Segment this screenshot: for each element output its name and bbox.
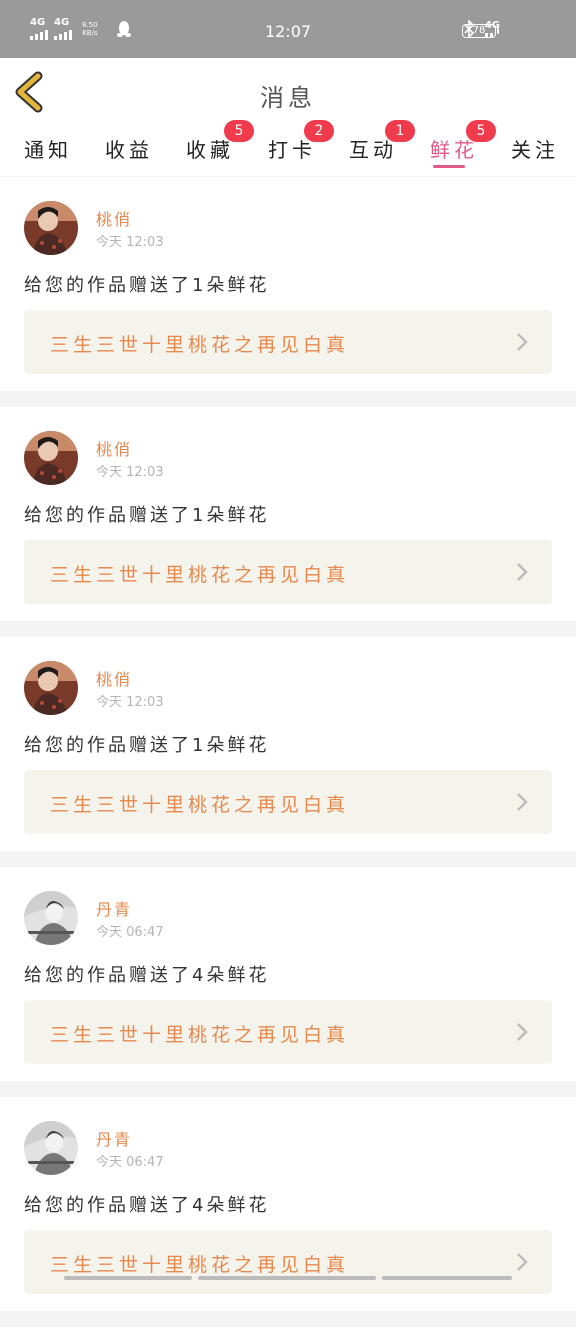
chevron-right-icon: [517, 333, 528, 351]
sender-name[interactable]: 桃俏: [96, 666, 132, 690]
nav-bar: 消息: [0, 58, 576, 127]
tab-favorites[interactable]: 收藏 5: [186, 120, 254, 163]
sender-name[interactable]: 丹青: [96, 896, 132, 920]
message-time: 今天 06:47: [96, 925, 164, 940]
work-link[interactable]: 三生三世十里桃花之再见白真: [24, 1230, 552, 1294]
work-link[interactable]: 三生三世十里桃花之再见白真: [24, 310, 552, 374]
message-card: 桃俏 今天 12:03 给您的作品赠送了1朵鲜花 三生三世十里桃花之再见白真: [0, 407, 576, 621]
chevron-right-icon: [517, 1253, 528, 1271]
tab-notifications[interactable]: 通知: [24, 134, 72, 163]
work-title: 三生三世十里桃花之再见白真: [50, 794, 350, 816]
gesture-bar: [64, 1276, 512, 1280]
message-text: 给您的作品赠送了1朵鲜花: [24, 275, 270, 296]
message-card: 桃俏 今天 12:03 给您的作品赠送了1朵鲜花 三生三世十里桃花之再见白真: [0, 177, 576, 391]
message-time: 今天 06:47: [96, 1155, 164, 1170]
avatar[interactable]: [24, 891, 78, 945]
avatar-image: [24, 201, 78, 255]
work-title: 三生三世十里桃花之再见白真: [50, 1024, 350, 1046]
battery-icon: 78: [462, 24, 499, 38]
tab-bar: 通知 收益 收藏 5 打卡 2 互动 1 鲜花 5 关注: [0, 120, 576, 176]
avatar[interactable]: [24, 1121, 78, 1175]
message-text: 给您的作品赠送了4朵鲜花: [24, 1195, 270, 1216]
tab-label: 关注: [511, 138, 559, 162]
message-text: 给您的作品赠送了4朵鲜花: [24, 965, 270, 986]
tab-earnings[interactable]: 收益: [105, 134, 153, 163]
avatar-image: [24, 661, 78, 715]
sender-name[interactable]: 桃俏: [96, 206, 132, 230]
badge-count: 5: [466, 120, 496, 142]
message-time: 今天 12:03: [96, 695, 164, 710]
chevron-right-icon: [517, 1023, 528, 1041]
work-title: 三生三世十里桃花之再见白真: [50, 564, 350, 586]
tab-flowers[interactable]: 鲜花 5: [430, 120, 496, 163]
message-time: 今天 12:03: [96, 465, 164, 480]
work-link[interactable]: 三生三世十里桃花之再见白真: [24, 540, 552, 604]
work-title: 三生三世十里桃花之再见白真: [50, 1254, 350, 1276]
active-tab-indicator: [433, 165, 465, 168]
message-text: 给您的作品赠送了1朵鲜花: [24, 735, 270, 756]
chevron-right-icon: [517, 793, 528, 811]
badge-count: 2: [304, 120, 334, 142]
message-card: 桃俏 今天 12:03 给您的作品赠送了1朵鲜花 三生三世十里桃花之再见白真: [0, 637, 576, 851]
tab-label: 通知: [24, 138, 72, 162]
message-text: 给您的作品赠送了1朵鲜花: [24, 505, 270, 526]
badge-count: 1: [385, 120, 415, 142]
avatar[interactable]: [24, 661, 78, 715]
status-bar: 4G 4G 8.50 KB/s 12:07 4G 78: [0, 0, 576, 58]
tab-label: 鲜花: [430, 138, 478, 162]
tab-label: 收益: [105, 138, 153, 162]
tab-interactions[interactable]: 互动 1: [349, 120, 415, 163]
work-link[interactable]: 三生三世十里桃花之再见白真: [24, 1000, 552, 1064]
message-list: 桃俏 今天 12:03 给您的作品赠送了1朵鲜花 三生三世十里桃花之再见白真 桃…: [0, 177, 576, 1327]
work-title: 三生三世十里桃花之再见白真: [50, 334, 350, 356]
tab-label: 互动: [349, 138, 397, 162]
tab-label: 打卡: [268, 138, 316, 162]
avatar-image: [24, 891, 78, 945]
avatar-image: [24, 431, 78, 485]
message-card: 丹青 今天 06:47 给您的作品赠送了4朵鲜花 三生三世十里桃花之再见白真: [0, 867, 576, 1081]
badge-count: 5: [224, 120, 254, 142]
avatar[interactable]: [24, 201, 78, 255]
avatar-image: [24, 1121, 78, 1175]
chevron-right-icon: [517, 563, 528, 581]
sender-name[interactable]: 桃俏: [96, 436, 132, 460]
avatar[interactable]: [24, 431, 78, 485]
tab-follows[interactable]: 关注: [511, 134, 559, 163]
page-title: 消息: [260, 84, 316, 112]
tab-label: 收藏: [186, 138, 234, 162]
tab-checkin[interactable]: 打卡 2: [268, 120, 334, 163]
message-time: 今天 12:03: [96, 235, 164, 250]
work-link[interactable]: 三生三世十里桃花之再见白真: [24, 770, 552, 834]
sender-name[interactable]: 丹青: [96, 1126, 132, 1150]
